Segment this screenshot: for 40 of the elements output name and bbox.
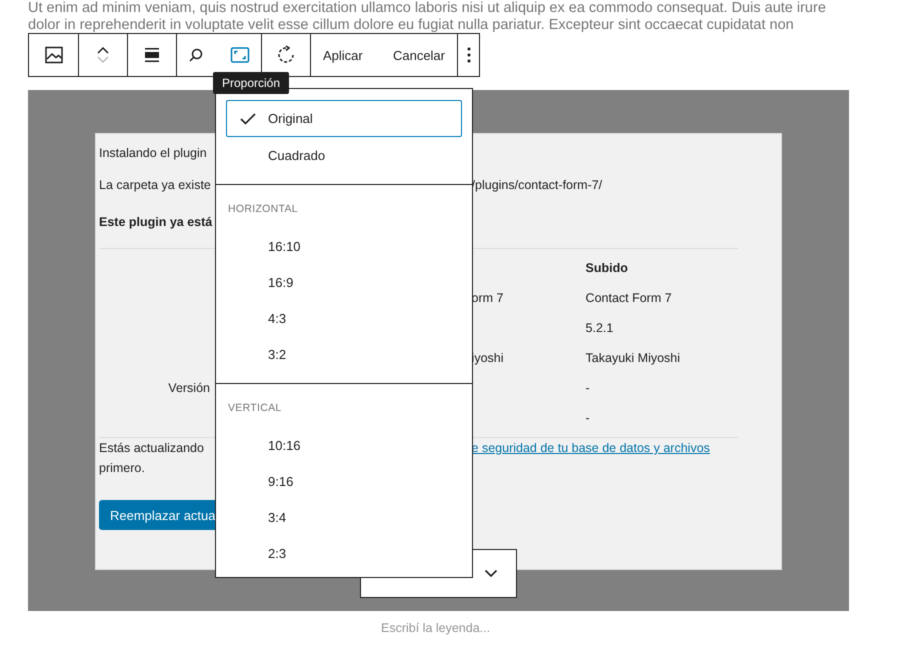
table-cell-text: - <box>586 380 591 397</box>
rotate-icon[interactable] <box>276 45 296 65</box>
warning-text: primero. <box>99 460 146 477</box>
menu-item[interactable]: 9:16 <box>226 463 462 499</box>
folder-path-text: /plugins/contact-form-7/ <box>472 177 604 194</box>
aspect-ratio-icon[interactable] <box>230 46 250 64</box>
search-icon[interactable] <box>188 47 204 63</box>
status-text: Instalando el plugin <box>99 145 208 162</box>
tooltip: Proporción <box>213 72 289 94</box>
align-icon[interactable] <box>143 47 161 63</box>
body-paragraph: Ut enim ad minim veniam, quis nostrud exercitation ullamco laboris nisi ut aliquip ex ea commodo consequat. Duis aute irure dolor in reprehenderit in voluptate velit esse cillum dolore eu fugiat nulla pariatur. Excepteur sint occaecat cupidatat non <box>27 0 827 35</box>
folder-text: La carpeta ya existe <box>99 177 212 194</box>
table-cell-text: Contact Form 7 <box>586 290 673 307</box>
image-icon[interactable] <box>44 45 64 65</box>
menu-group-heading: HORIZONTAL <box>227 203 299 215</box>
table-header: Subido <box>586 260 629 277</box>
warning-text: Estás actualizando <box>99 440 205 457</box>
chevron-down-icon[interactable] <box>484 569 498 578</box>
table-cell-text: iyoshi <box>472 350 505 367</box>
table-cell-text: Versión <box>167 380 211 397</box>
menu-item[interactable]: 2:3 <box>226 535 462 571</box>
menu-item[interactable]: 10:16 <box>226 427 462 463</box>
menu-item[interactable]: Cuadrado <box>226 137 462 173</box>
apply-button[interactable]: Aplicar <box>315 42 371 68</box>
menu-group-heading: VERTICAL <box>227 402 283 414</box>
menu-item[interactable]: 16:9 <box>226 264 462 300</box>
notice-text: Este plugin ya está <box>99 214 214 231</box>
check-icon <box>240 112 256 124</box>
more-options-icon[interactable] <box>466 47 470 63</box>
table-cell-text: - <box>586 410 591 427</box>
menu-item[interactable]: 3:4 <box>226 499 462 535</box>
replace-button[interactable]: Reemplazar actua <box>99 500 215 530</box>
menu-item[interactable]: Original <box>226 100 462 137</box>
menu-item[interactable]: 4:3 <box>226 300 462 336</box>
table-cell-text: 5.2.1 <box>586 320 614 337</box>
menu-item[interactable]: 16:10 <box>226 228 462 264</box>
cancel-button[interactable]: Cancelar <box>384 42 453 68</box>
menu-item[interactable]: 3:2 <box>226 336 462 372</box>
table-cell-text: Takayuki Miyoshi <box>586 350 682 367</box>
move-up-icon[interactable] <box>95 45 111 55</box>
